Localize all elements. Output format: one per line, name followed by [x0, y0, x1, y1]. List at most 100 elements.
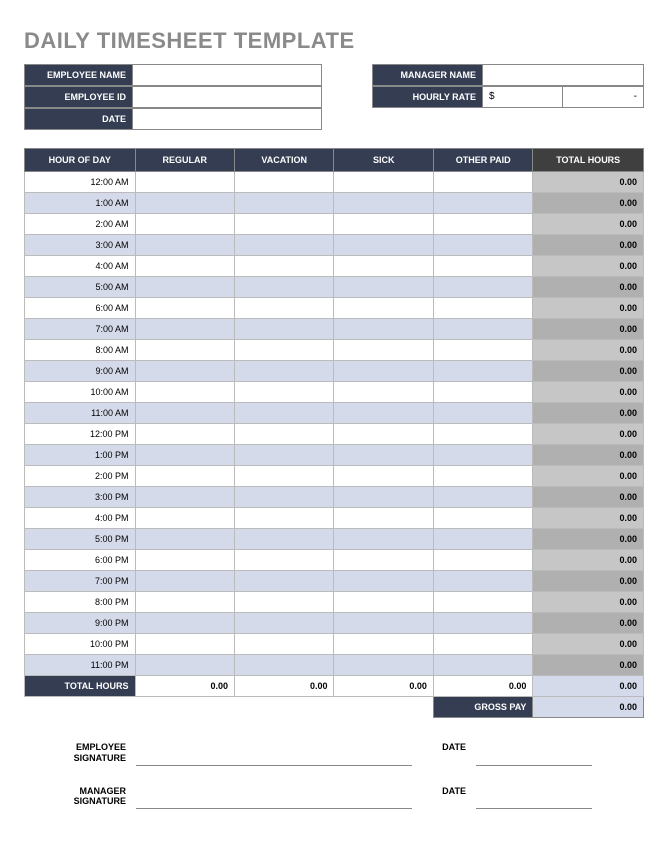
other-cell[interactable]	[433, 382, 532, 403]
other-cell[interactable]	[433, 256, 532, 277]
vacation-cell[interactable]	[235, 403, 334, 424]
sick-cell[interactable]	[334, 508, 433, 529]
regular-cell[interactable]	[135, 235, 234, 256]
vacation-cell[interactable]	[235, 550, 334, 571]
sick-cell[interactable]	[334, 340, 433, 361]
hourly-rate-field[interactable]: $ -	[482, 86, 644, 108]
regular-cell[interactable]	[135, 655, 234, 676]
vacation-cell[interactable]	[235, 508, 334, 529]
sick-cell[interactable]	[334, 571, 433, 592]
regular-cell[interactable]	[135, 466, 234, 487]
employee-name-field[interactable]	[132, 64, 322, 86]
other-cell[interactable]	[433, 613, 532, 634]
regular-cell[interactable]	[135, 424, 234, 445]
vacation-cell[interactable]	[235, 445, 334, 466]
sick-cell[interactable]	[334, 487, 433, 508]
vacation-cell[interactable]	[235, 235, 334, 256]
sick-cell[interactable]	[334, 319, 433, 340]
vacation-cell[interactable]	[235, 613, 334, 634]
vacation-cell[interactable]	[235, 592, 334, 613]
employee-signature-line[interactable]	[136, 740, 412, 766]
employee-id-field[interactable]	[132, 86, 322, 108]
vacation-cell[interactable]	[235, 193, 334, 214]
regular-cell[interactable]	[135, 256, 234, 277]
other-cell[interactable]	[433, 214, 532, 235]
regular-cell[interactable]	[135, 361, 234, 382]
vacation-cell[interactable]	[235, 487, 334, 508]
vacation-cell[interactable]	[235, 214, 334, 235]
vacation-cell[interactable]	[235, 634, 334, 655]
sick-cell[interactable]	[334, 466, 433, 487]
regular-cell[interactable]	[135, 634, 234, 655]
regular-cell[interactable]	[135, 277, 234, 298]
sick-cell[interactable]	[334, 634, 433, 655]
regular-cell[interactable]	[135, 214, 234, 235]
other-cell[interactable]	[433, 298, 532, 319]
sick-cell[interactable]	[334, 529, 433, 550]
sick-cell[interactable]	[334, 592, 433, 613]
sick-cell[interactable]	[334, 550, 433, 571]
manager-signature-date-line[interactable]	[476, 784, 592, 810]
vacation-cell[interactable]	[235, 655, 334, 676]
sick-cell[interactable]	[334, 214, 433, 235]
other-cell[interactable]	[433, 634, 532, 655]
other-cell[interactable]	[433, 361, 532, 382]
vacation-cell[interactable]	[235, 571, 334, 592]
regular-cell[interactable]	[135, 613, 234, 634]
regular-cell[interactable]	[135, 298, 234, 319]
vacation-cell[interactable]	[235, 424, 334, 445]
manager-signature-line[interactable]	[136, 784, 412, 810]
regular-cell[interactable]	[135, 193, 234, 214]
other-cell[interactable]	[433, 508, 532, 529]
sick-cell[interactable]	[334, 172, 433, 193]
sick-cell[interactable]	[334, 256, 433, 277]
other-cell[interactable]	[433, 655, 532, 676]
sick-cell[interactable]	[334, 277, 433, 298]
regular-cell[interactable]	[135, 592, 234, 613]
other-cell[interactable]	[433, 424, 532, 445]
sick-cell[interactable]	[334, 445, 433, 466]
vacation-cell[interactable]	[235, 319, 334, 340]
vacation-cell[interactable]	[235, 529, 334, 550]
other-cell[interactable]	[433, 592, 532, 613]
other-cell[interactable]	[433, 235, 532, 256]
vacation-cell[interactable]	[235, 340, 334, 361]
regular-cell[interactable]	[135, 487, 234, 508]
manager-name-field[interactable]	[482, 64, 644, 86]
other-cell[interactable]	[433, 550, 532, 571]
other-cell[interactable]	[433, 445, 532, 466]
sick-cell[interactable]	[334, 424, 433, 445]
regular-cell[interactable]	[135, 319, 234, 340]
other-cell[interactable]	[433, 277, 532, 298]
other-cell[interactable]	[433, 172, 532, 193]
regular-cell[interactable]	[135, 508, 234, 529]
other-cell[interactable]	[433, 319, 532, 340]
vacation-cell[interactable]	[235, 277, 334, 298]
regular-cell[interactable]	[135, 445, 234, 466]
sick-cell[interactable]	[334, 655, 433, 676]
vacation-cell[interactable]	[235, 298, 334, 319]
sick-cell[interactable]	[334, 613, 433, 634]
vacation-cell[interactable]	[235, 361, 334, 382]
date-field[interactable]	[132, 108, 322, 130]
regular-cell[interactable]	[135, 172, 234, 193]
other-cell[interactable]	[433, 571, 532, 592]
sick-cell[interactable]	[334, 382, 433, 403]
other-cell[interactable]	[433, 193, 532, 214]
regular-cell[interactable]	[135, 529, 234, 550]
other-cell[interactable]	[433, 340, 532, 361]
regular-cell[interactable]	[135, 550, 234, 571]
other-cell[interactable]	[433, 466, 532, 487]
sick-cell[interactable]	[334, 361, 433, 382]
regular-cell[interactable]	[135, 340, 234, 361]
vacation-cell[interactable]	[235, 256, 334, 277]
vacation-cell[interactable]	[235, 172, 334, 193]
sick-cell[interactable]	[334, 235, 433, 256]
regular-cell[interactable]	[135, 403, 234, 424]
regular-cell[interactable]	[135, 571, 234, 592]
sick-cell[interactable]	[334, 298, 433, 319]
vacation-cell[interactable]	[235, 466, 334, 487]
sick-cell[interactable]	[334, 403, 433, 424]
vacation-cell[interactable]	[235, 382, 334, 403]
employee-signature-date-line[interactable]	[476, 740, 592, 766]
